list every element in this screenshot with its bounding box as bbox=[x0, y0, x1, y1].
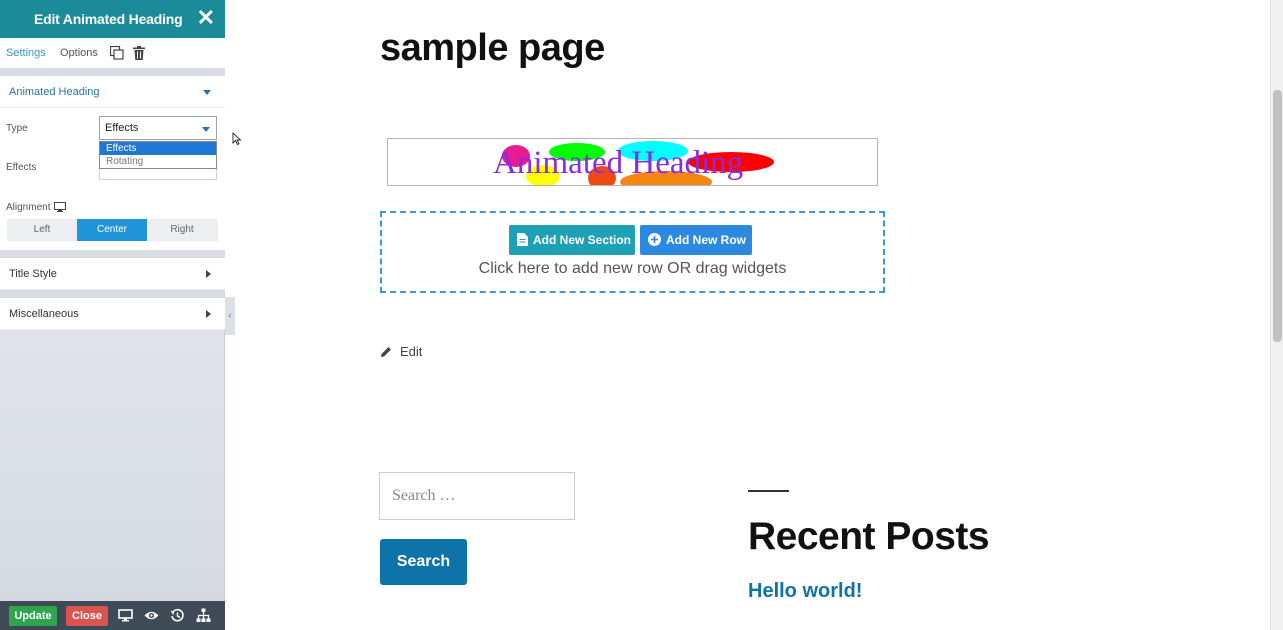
pencil-icon bbox=[381, 347, 391, 357]
page-title: sample page bbox=[380, 27, 605, 69]
section-miscellaneous[interactable]: Miscellaneous bbox=[0, 298, 225, 330]
animated-heading-text: Animated Heading bbox=[493, 145, 744, 181]
divider bbox=[748, 490, 789, 492]
update-button[interactable]: Update bbox=[9, 606, 57, 626]
close-button[interactable]: Close bbox=[66, 606, 108, 626]
align-right-button[interactable]: Right bbox=[147, 219, 217, 241]
editor-panel: Edit Animated Heading ✕ Settings Options… bbox=[0, 0, 242, 630]
add-new-row-label: Add New Row bbox=[666, 233, 746, 247]
type-select-value: Effects bbox=[105, 122, 139, 134]
chevron-down-icon bbox=[202, 127, 210, 132]
section-animated-heading[interactable]: Animated Heading bbox=[0, 76, 225, 108]
type-select[interactable]: Effects bbox=[99, 116, 242, 145]
section-label: Animated Heading bbox=[9, 86, 100, 98]
caret-right-icon bbox=[206, 310, 211, 318]
panel-footer: Update Close bbox=[0, 601, 225, 630]
panel-collapse-handle[interactable]: ‹ bbox=[225, 297, 235, 335]
section-gap bbox=[0, 68, 225, 76]
trash-icon[interactable] bbox=[133, 46, 145, 60]
section-gap bbox=[0, 290, 225, 298]
close-icon[interactable]: ✕ bbox=[197, 6, 215, 30]
alignment-label: Alignment bbox=[6, 202, 51, 213]
caret-right-icon bbox=[206, 270, 211, 278]
add-new-section-button[interactable]: Add New Section bbox=[509, 225, 635, 255]
add-new-section-label: Add New Section bbox=[533, 233, 632, 247]
scrollbar-thumb[interactable] bbox=[1273, 90, 1282, 342]
drop-zone[interactable]: Add New Section Add New Row Click here t… bbox=[380, 211, 885, 293]
section-gap bbox=[0, 250, 225, 258]
panel-header: Edit Animated Heading ✕ bbox=[0, 0, 225, 38]
desktop-icon[interactable] bbox=[118, 608, 133, 623]
effects-label: Effects bbox=[6, 162, 37, 173]
search-button[interactable]: Search bbox=[380, 539, 467, 585]
type-dropdown-list: Effects Rotating bbox=[99, 141, 217, 169]
section-label: Miscellaneous bbox=[9, 308, 79, 320]
animated-heading-widget[interactable]: Animated Heading bbox=[387, 138, 878, 186]
recent-posts-heading: Recent Posts bbox=[748, 515, 990, 558]
history-icon[interactable] bbox=[170, 608, 185, 623]
panel-tabs: Settings Options bbox=[0, 38, 225, 68]
type-label: Type bbox=[6, 123, 28, 134]
panel-title: Edit Animated Heading bbox=[34, 11, 183, 27]
eye-icon[interactable] bbox=[144, 608, 159, 623]
section-title-style[interactable]: Title Style bbox=[0, 258, 225, 290]
recent-post-link[interactable]: Hello world! bbox=[748, 580, 862, 603]
caret-down-icon bbox=[203, 90, 211, 95]
align-left-button[interactable]: Left bbox=[7, 219, 77, 241]
edit-link[interactable]: Edit bbox=[400, 344, 422, 359]
animated-heading-settings: Type Effects Effects Effects Rotating Al… bbox=[0, 108, 242, 250]
document-icon bbox=[517, 233, 528, 246]
search-input[interactable] bbox=[379, 472, 575, 520]
mouse-cursor-icon bbox=[232, 132, 242, 145]
align-center-button[interactable]: Center bbox=[77, 219, 147, 241]
dropdown-option-effects[interactable]: Effects bbox=[100, 142, 216, 155]
tab-options[interactable]: Options bbox=[60, 47, 98, 59]
section-label: Title Style bbox=[9, 268, 57, 280]
scrollbar[interactable] bbox=[1270, 0, 1283, 630]
sitemap-icon[interactable] bbox=[196, 608, 211, 623]
desktop-icon bbox=[54, 202, 66, 212]
alignment-toggle-group: Left Center Right bbox=[7, 219, 218, 241]
dropdown-option-rotating[interactable]: Rotating bbox=[100, 155, 216, 168]
add-new-row-button[interactable]: Add New Row bbox=[640, 225, 752, 255]
plus-circle-icon bbox=[648, 233, 661, 246]
drop-zone-hint: Click here to add new row OR drag widget… bbox=[478, 260, 787, 277]
duplicate-icon[interactable] bbox=[110, 46, 124, 60]
tab-settings[interactable]: Settings bbox=[6, 47, 46, 59]
